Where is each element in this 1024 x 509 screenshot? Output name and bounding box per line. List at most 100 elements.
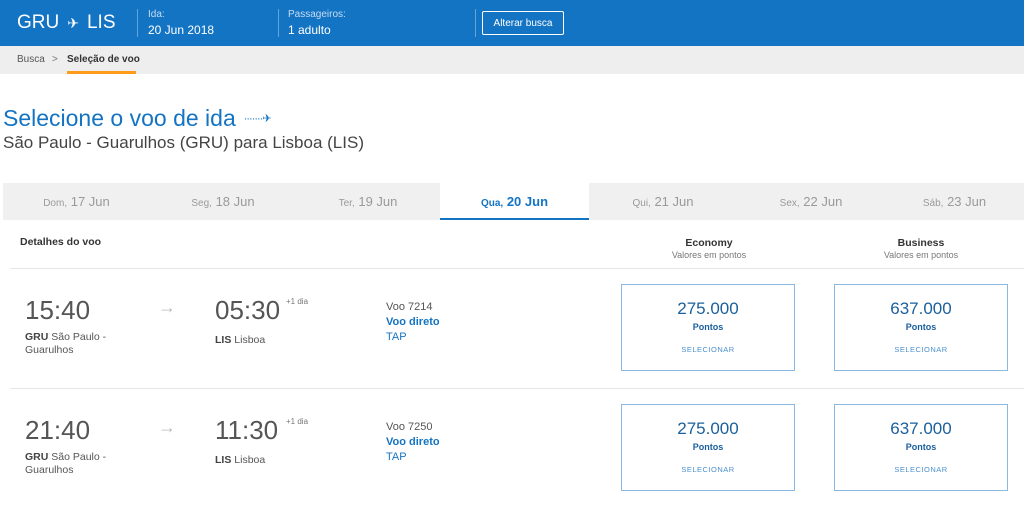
breadcrumb-separator: >: [52, 54, 58, 65]
business-points: 637.000: [890, 299, 952, 318]
select-business-button[interactable]: SELECIONAR: [835, 465, 1007, 474]
departure-time: 15:40: [25, 295, 91, 325]
arrival-time: 05:30: [215, 295, 281, 325]
date-tab-18[interactable]: Seg, 18 Jun: [150, 183, 296, 220]
page-title-text: Selecione o voo de ida: [3, 105, 236, 131]
alter-search-button[interactable]: Alterar busca: [482, 11, 564, 35]
flight-details-header: Detalhes do voo: [20, 236, 102, 248]
economy-title: Economy: [685, 237, 733, 249]
date-tabs: Dom, 17 Jun Seg, 18 Jun Ter, 19 Jun Qua,…: [3, 183, 1024, 220]
airplane-icon: ✈: [67, 14, 79, 31]
breadcrumb: Busca > Seleção de voo: [0, 46, 1024, 74]
departure-city: São Paulo -: [51, 451, 107, 463]
route-summary: GRU ✈ LIS: [17, 12, 116, 34]
departure-time: 21:40: [25, 415, 91, 445]
breadcrumb-active-indicator: [67, 71, 136, 74]
flight-info: Voo 7214 Voo direto TAP: [386, 301, 440, 343]
business-points: 637.000: [890, 419, 952, 438]
date-tab-dow: Sex,: [779, 198, 800, 209]
points-label: Pontos: [692, 322, 724, 332]
date-tab-day: 19 Jun: [358, 194, 398, 209]
subtitle-destination: Lisboa (LIS): [272, 133, 364, 152]
date-tab-day: 18 Jun: [215, 194, 255, 209]
date-tab-day: 20 Jun: [506, 194, 549, 209]
date-tab-dow: Ter,: [338, 198, 355, 209]
date-tab-day: 22 Jun: [803, 194, 843, 209]
points-label: Pontos: [905, 442, 937, 452]
next-day-badge: +1 dia: [286, 297, 309, 306]
origin-code: GRU: [17, 12, 60, 33]
airline-name: TAP: [386, 451, 407, 463]
arrival-code: LIS: [215, 454, 232, 466]
flight-type-link[interactable]: Voo direto: [386, 436, 440, 448]
outbound-plane-icon: ·······✈: [243, 113, 272, 125]
business-header: Business Valores em pontos: [836, 237, 1006, 260]
date-tab-dow: Dom,: [43, 198, 68, 209]
date-tab-23[interactable]: Sáb, 23 Jun: [885, 183, 1024, 220]
points-label: Pontos: [692, 442, 724, 452]
departure-code: GRU: [25, 451, 49, 463]
date-tab-dow: Sáb,: [922, 198, 944, 209]
divider: [278, 9, 279, 37]
passengers-info: Passageiros: 1 adulto: [288, 9, 346, 37]
date-tab-19[interactable]: Ter, 19 Jun: [296, 183, 440, 220]
flight-row: 21:40 GRU São Paulo - Guarulhos → 11:30 …: [0, 389, 1024, 509]
subtitle-connector: para: [233, 133, 268, 152]
divider: [137, 9, 138, 37]
date-tab-17[interactable]: Dom, 17 Jun: [3, 183, 150, 220]
arrival-airport: LIS Lisboa: [215, 454, 265, 467]
departure-airport: GRU São Paulo - Guarulhos: [25, 451, 106, 477]
departure-city: São Paulo -: [51, 331, 107, 343]
flight-row: 15:40 GRU São Paulo - Guarulhos → 05:30 …: [0, 269, 1024, 389]
select-economy-button[interactable]: SELECIONAR: [622, 345, 794, 354]
date-tab-dow: Qua,: [480, 198, 504, 209]
business-title: Business: [897, 237, 945, 249]
business-fare-card[interactable]: 637.000 Pontos SELECIONAR: [834, 404, 1008, 491]
departure-date-value: 20 Jun 2018: [148, 23, 215, 37]
date-tab-21[interactable]: Qui, 21 Jun: [589, 183, 737, 220]
departure-date-label: Ida:: [148, 9, 165, 20]
date-tab-20-selected[interactable]: Qua, 20 Jun: [440, 183, 589, 220]
flight-number: Voo 7250: [386, 421, 433, 433]
page-title: Selecione o voo de ida ·······✈: [3, 105, 272, 132]
arrival-time: 11:30: [215, 415, 279, 445]
departure-airport: GRU São Paulo - Guarulhos: [25, 331, 106, 357]
business-fare-card[interactable]: 637.000 Pontos SELECIONAR: [834, 284, 1008, 371]
passengers-value: 1 adulto: [288, 23, 331, 37]
select-business-button[interactable]: SELECIONAR: [835, 345, 1007, 354]
date-tab-day: 17 Jun: [70, 194, 110, 209]
arrival-code: LIS: [215, 334, 232, 346]
top-bar: GRU ✈ LIS Ida: 20 Jun 2018 Passageiros: …: [0, 0, 1024, 46]
date-tab-day: 21 Jun: [654, 194, 694, 209]
economy-fare-card[interactable]: 275.000 Pontos SELECIONAR: [621, 284, 795, 371]
business-subtitle: Valores em pontos: [883, 250, 959, 260]
breadcrumb-current: Seleção de voo: [67, 54, 140, 65]
passengers-label: Passageiros:: [288, 9, 346, 20]
divider: [475, 9, 476, 37]
arrival-city: Lisboa: [234, 454, 266, 466]
economy-header: Economy Valores em pontos: [624, 237, 794, 260]
flight-info: Voo 7250 Voo direto TAP: [386, 421, 440, 463]
select-economy-button[interactable]: SELECIONAR: [622, 465, 794, 474]
breadcrumb-search-link[interactable]: Busca: [17, 54, 45, 65]
departure-code: GRU: [25, 331, 49, 343]
route-subtitle: São Paulo - Guarulhos (GRU) para Lisboa …: [3, 133, 364, 153]
date-tab-day: 23 Jun: [947, 194, 987, 209]
points-label: Pontos: [905, 322, 937, 332]
airline-name: TAP: [386, 331, 407, 343]
economy-fare-card[interactable]: 275.000 Pontos SELECIONAR: [621, 404, 795, 491]
economy-subtitle: Valores em pontos: [671, 250, 747, 260]
arrival-city: Lisboa: [234, 334, 266, 346]
departure-city-line2: Guarulhos: [25, 464, 74, 476]
economy-points: 275.000: [677, 299, 739, 318]
arrival-airport: LIS Lisboa: [215, 334, 265, 347]
flight-number: Voo 7214: [386, 301, 433, 313]
date-tab-dow: Qui,: [632, 198, 651, 209]
date-tab-22[interactable]: Sex, 22 Jun: [737, 183, 885, 220]
flight-type-link[interactable]: Voo direto: [386, 316, 440, 328]
economy-points: 275.000: [677, 419, 739, 438]
arrow-right-icon: →: [158, 297, 176, 317]
arrow-right-icon: →: [158, 417, 176, 437]
destination-code: LIS: [86, 12, 116, 33]
departure-city-line2: Guarulhos: [25, 344, 74, 356]
